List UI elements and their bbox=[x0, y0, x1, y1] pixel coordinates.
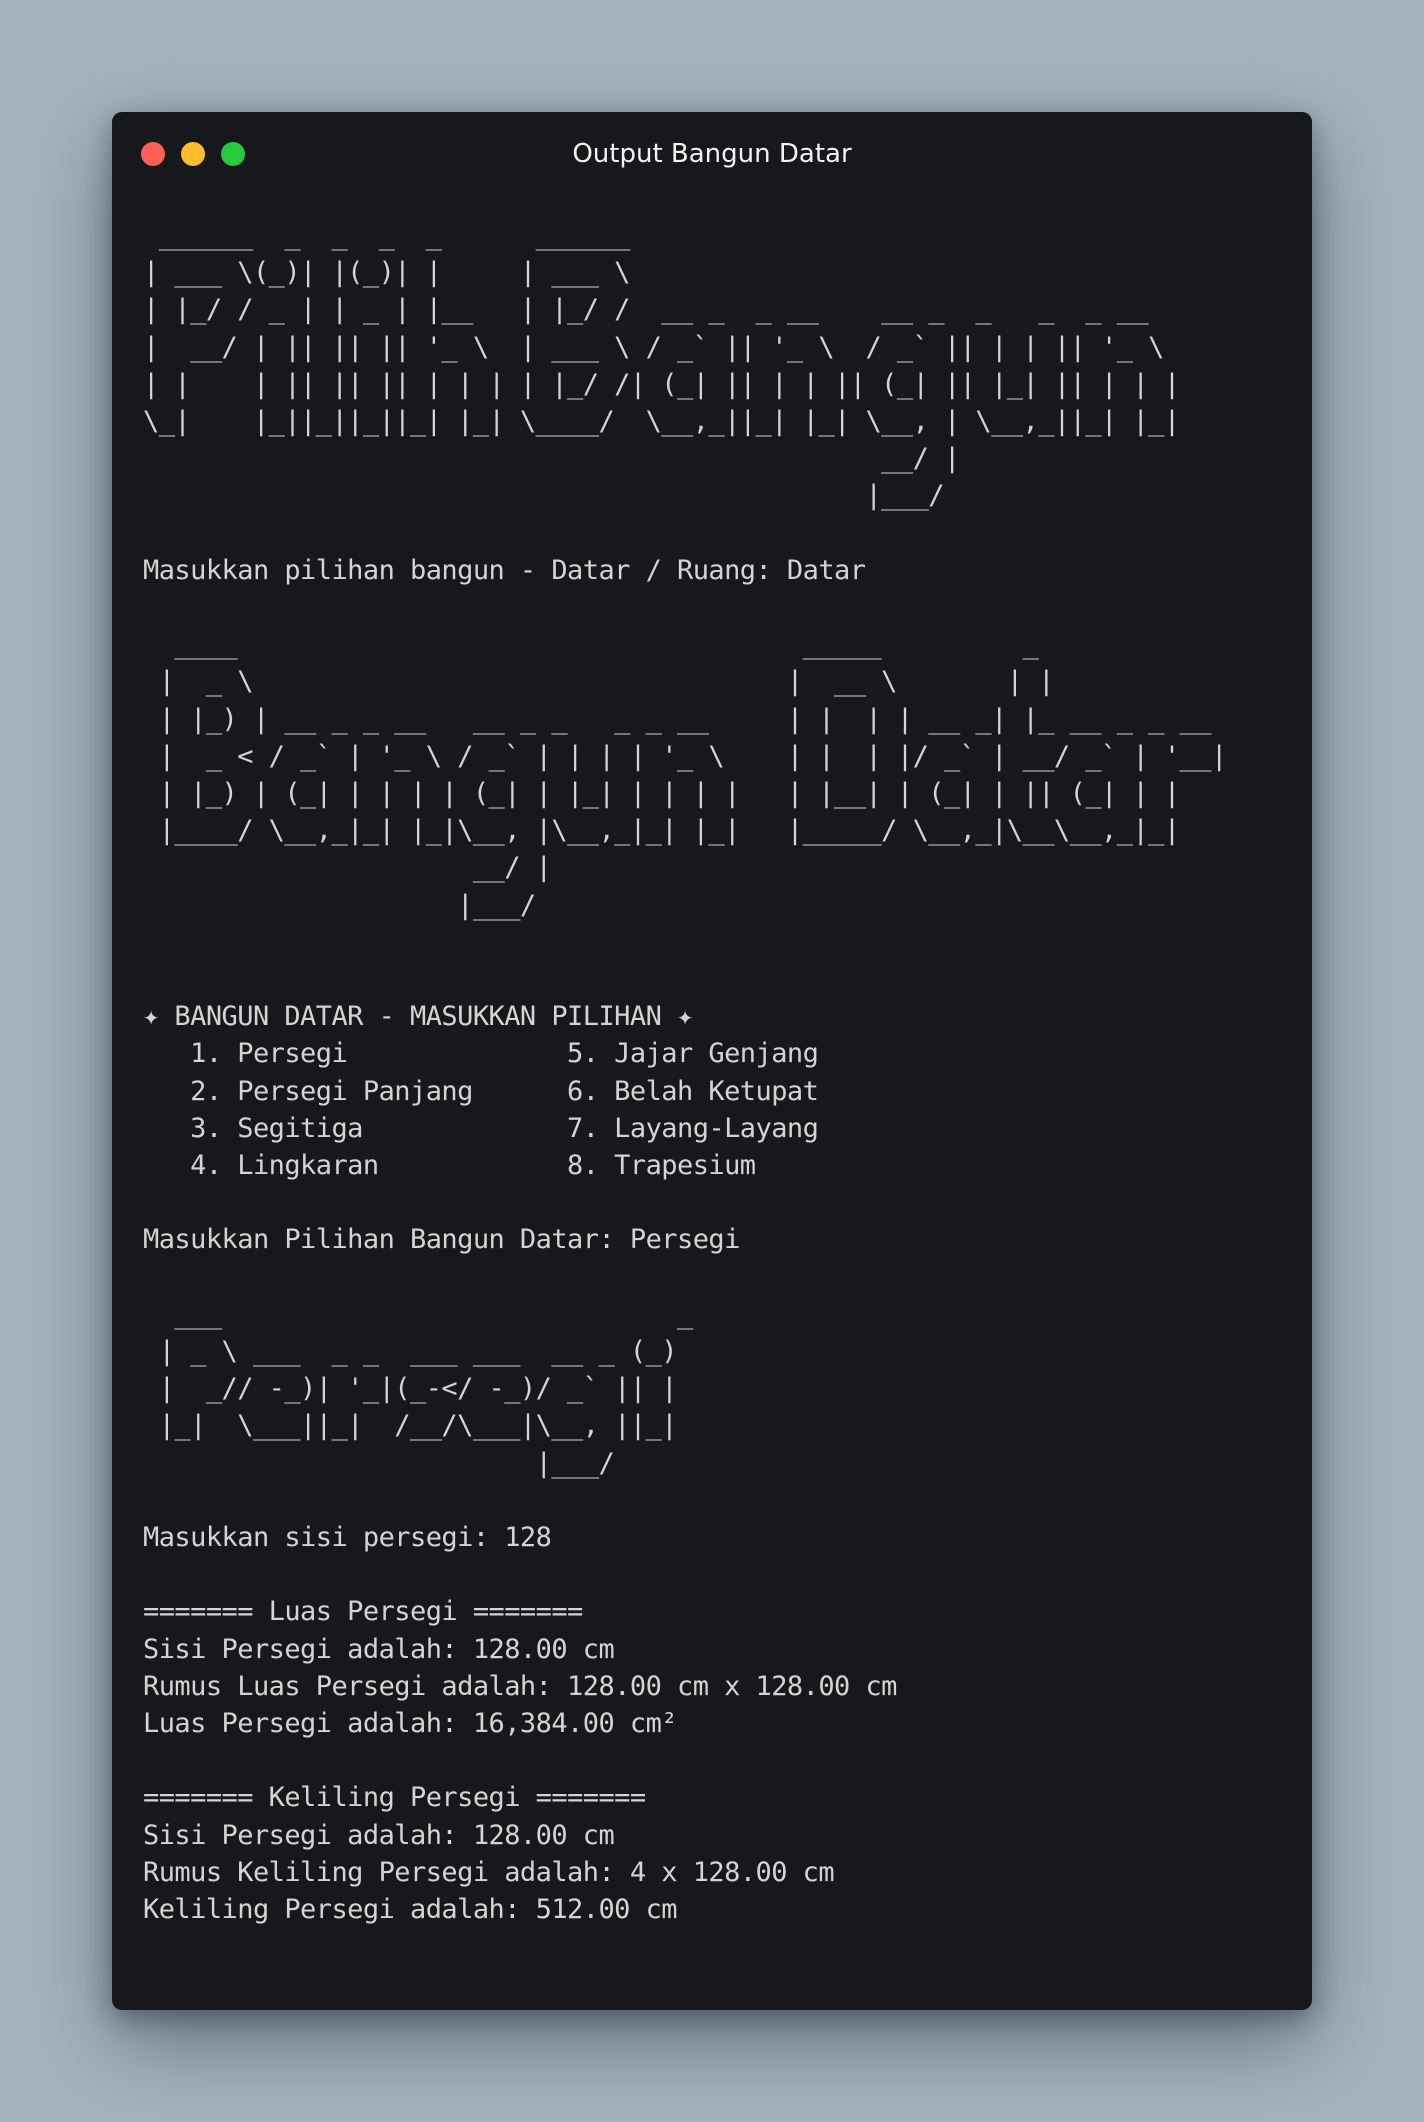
terminal-line: 1. Persegi 5. Jajar Genjang bbox=[143, 1038, 819, 1070]
terminal-line: Rumus Keliling Persegi adalah: 4 x 128.0… bbox=[143, 1856, 835, 1888]
terminal-line: | |_) | (_| | | | | (_| | |_| | | | | | … bbox=[143, 778, 1180, 810]
terminal-line: 3. Segitiga 7. Layang-Layang bbox=[143, 1112, 819, 1144]
terminal-line: ___ _ bbox=[143, 1298, 693, 1330]
terminal-line: __/ | bbox=[143, 443, 960, 475]
terminal-line: Sisi Persegi adalah: 128.00 cm bbox=[143, 1819, 615, 1851]
terminal-line: ======= Luas Persegi ======= bbox=[143, 1596, 583, 1628]
terminal-line: Masukkan pilihan bangun - Datar / Ruang:… bbox=[143, 554, 866, 586]
terminal-line: Sisi Persegi adalah: 128.00 cm bbox=[143, 1633, 615, 1665]
terminal-line: | ___ \(_)| |(_)| | | ___ \ bbox=[143, 257, 630, 289]
terminal-line: ____ _____ _ bbox=[143, 629, 1039, 661]
terminal-line: | | | || || || | | | | |_/ /| (_| || | |… bbox=[143, 368, 1180, 400]
terminal-line: | _ \ ___ _ _ ___ ___ __ _ (_) bbox=[143, 1336, 678, 1367]
terminal-line: | _// -_)| '_|(_-</ -_)/ _` || | bbox=[143, 1373, 678, 1405]
window-titlebar: Output Bangun Datar bbox=[112, 112, 1312, 196]
terminal-line: Masukkan Pilihan Bangun Datar: Persegi bbox=[143, 1224, 740, 1256]
terminal-line: ______ _ _ _ _ ______ bbox=[143, 220, 631, 251]
terminal-line: | |_) | __ _ _ __ __ _ _ _ _ __ | | | | … bbox=[143, 703, 1212, 735]
terminal-line: Keliling Persegi adalah: 512.00 cm bbox=[143, 1894, 678, 1925]
terminal-window: Output Bangun Datar ______ _ _ _ _ _____… bbox=[112, 112, 1312, 2010]
terminal-line: | _ < / _` | '_ \ / _` | | | | '_ \ | | … bbox=[143, 740, 1228, 772]
terminal-line: __/ | bbox=[143, 852, 552, 884]
terminal-output: ______ _ _ _ _ ______ | ___ \(_)| |(_)| |… bbox=[143, 217, 1292, 1928]
terminal-line: ======= Keliling Persegi ======= bbox=[143, 1782, 646, 1814]
terminal-line: 4. Lingkaran 8. Trapesium bbox=[143, 1150, 756, 1182]
terminal-line: 2. Persegi Panjang 6. Belah Ketupat bbox=[143, 1075, 819, 1107]
terminal-line: Masukkan sisi persegi: 128 bbox=[143, 1522, 552, 1553]
terminal-line: | _ \ | __ \ | | bbox=[143, 666, 1055, 698]
terminal-line: Rumus Luas Persegi adalah: 128.00 cm x 1… bbox=[143, 1670, 897, 1702]
terminal-body[interactable]: ______ _ _ _ _ ______ | ___ \(_)| |(_)| |… bbox=[143, 217, 1292, 1990]
terminal-line: ✦ BANGUN DATAR - MASUKKAN PILIHAN ✦ bbox=[143, 1001, 693, 1033]
terminal-line: | __/ | || || || '_ \ | ___ \ / _` || '_… bbox=[143, 331, 1164, 363]
terminal-line: |___/ bbox=[143, 889, 536, 921]
terminal-line: | |_/ / _ | | _ | |__ | |_/ / __ _ _ __ … bbox=[143, 294, 1149, 326]
terminal-line: Luas Persegi adalah: 16,384.00 cm² bbox=[143, 1708, 678, 1739]
terminal-line: |___/ bbox=[143, 1447, 615, 1479]
terminal-line: |___/ bbox=[143, 480, 944, 512]
window-title: Output Bangun Datar bbox=[572, 139, 852, 169]
terminal-line: |____/ \__,_|_| |_|\__, |\__,_|_| |_| |_… bbox=[143, 815, 1180, 847]
terminal-line: |_| \___||_| /__/\___|\__, ||_| bbox=[143, 1410, 678, 1442]
terminal-line: \_| |_||_||_||_| |_| \____/ \__,_||_| |_… bbox=[143, 406, 1180, 438]
